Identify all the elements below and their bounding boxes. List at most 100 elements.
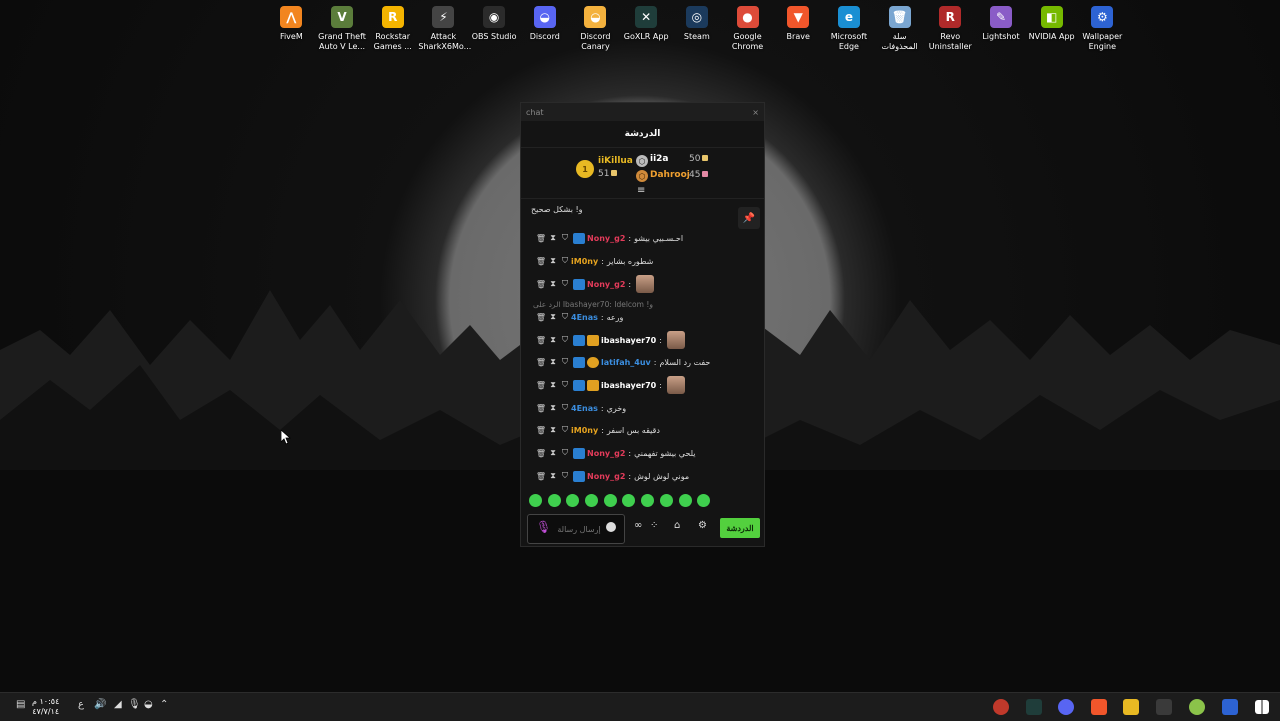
message-list[interactable]: و! بشكل صحيح 🗑 ⧗ ⛉ Nony_g2: احـسـبيي بيشو 🗑 ⧗ ⛉… <box>521 197 764 487</box>
emote-icon[interactable] <box>678 494 692 507</box>
delete-icon[interactable]: 🗑 <box>535 313 547 322</box>
shield-icon[interactable]: ⛉ <box>559 380 571 390</box>
show-hidden-icons-chevron-icon[interactable]: ⌃ <box>160 699 168 710</box>
delete-icon[interactable]: 🗑 <box>535 381 547 390</box>
close-icon[interactable]: × <box>752 108 759 117</box>
notifications-icon[interactable]: ▤ <box>16 699 25 710</box>
chat-send-button[interactable]: الدردشة <box>720 518 760 538</box>
chat-message[interactable]: 🗑 ⧗ ⛉ 4Enas: ورعه <box>535 310 745 324</box>
delete-icon[interactable]: 🗑 <box>535 257 547 266</box>
taskbar-file-explorer-icon[interactable] <box>1123 699 1139 715</box>
message-username[interactable]: Nony_g2 <box>587 449 625 458</box>
microphone-icon[interactable]: 🎙 <box>536 520 551 534</box>
desktop-icon[interactable]: ✕ GoXLR App <box>621 4 672 52</box>
desktop-icon[interactable]: 🗑 سلة المحذوفات <box>874 4 925 52</box>
desktop-icon[interactable]: V Grand Theft Auto V Le... <box>317 4 368 52</box>
message-username[interactable]: iM0ny <box>571 426 598 435</box>
store-icon[interactable]: ⌂ <box>674 520 680 531</box>
timeout-icon[interactable]: ⧗ <box>547 380 559 390</box>
emote-icon[interactable] <box>603 494 617 507</box>
chat-titlebar[interactable]: chat × <box>521 103 764 121</box>
message-username[interactable]: Nony_g2 <box>587 472 625 481</box>
taskbar-goxlr-icon[interactable] <box>1026 699 1042 715</box>
shield-icon[interactable]: ⛉ <box>559 471 571 481</box>
message-username[interactable]: Nony_g2 <box>587 234 625 243</box>
share-icon[interactable]: ⁘ <box>650 520 658 531</box>
chat-message[interactable]: 🗑 ⧗ ⛉ 4Enas: وخري <box>535 401 745 415</box>
delete-icon[interactable]: 🗑 <box>535 449 547 458</box>
desktop-icon[interactable]: ◉ OBS Studio <box>469 4 520 52</box>
infinity-icon[interactable]: ∞ <box>634 520 642 531</box>
shield-icon[interactable]: ⛉ <box>559 403 571 413</box>
pin-icon[interactable]: 📌 <box>738 207 760 229</box>
emote-icon[interactable] <box>566 494 580 507</box>
message-username[interactable]: latifah_4uv <box>601 358 651 367</box>
emote-icon[interactable] <box>641 494 655 507</box>
delete-icon[interactable]: 🗑 <box>535 358 547 367</box>
shield-icon[interactable]: ⛉ <box>559 335 571 345</box>
taskbar-app-icon[interactable] <box>993 699 1009 715</box>
chat-message[interactable]: 🗑 ⧗ ⛉ latifah_4uv: حفت رد السلام <box>535 355 745 369</box>
taskbar-app-icon[interactable] <box>1189 699 1205 715</box>
desktop-icon[interactable]: ⚙ Wallpaper Engine <box>1077 4 1128 52</box>
shield-icon[interactable]: ⛉ <box>559 448 571 458</box>
emote-icon[interactable] <box>659 494 673 507</box>
taskbar-clock[interactable]: ١٠:٥٤ م ٤٧/٧/١٤ <box>32 697 59 717</box>
chat-message[interactable]: 🗑 ⧗ ⛉ Nony_g2: يلحي بيشو تفهمني <box>535 446 745 460</box>
timeout-icon[interactable]: ⧗ <box>547 312 559 322</box>
taskbar-brave-icon[interactable] <box>1091 699 1107 715</box>
taskbar-store-icon[interactable] <box>1156 699 1172 715</box>
collapse-icon[interactable]: ≡ <box>637 185 645 196</box>
delete-icon[interactable]: 🗑 <box>535 280 547 289</box>
emoji-icon[interactable] <box>606 522 616 532</box>
emote-icon[interactable] <box>585 494 599 507</box>
desktop-icon[interactable]: ◒ Discord Canary <box>570 4 621 52</box>
settings-gear-icon[interactable]: ⚙ <box>698 520 707 531</box>
chat-message[interactable]: 🗑 ⧗ ⛉ iM0ny: شطوره بشاير <box>535 254 745 268</box>
message-username[interactable]: 4Enas <box>571 404 598 413</box>
message-username[interactable]: 4Enas <box>571 313 598 322</box>
shield-icon[interactable]: ⛉ <box>559 357 571 367</box>
chat-message[interactable]: 🗑 ⧗ ⛉ ibashayer70: <box>535 376 745 394</box>
desktop-icon[interactable]: ● Google Chrome <box>722 4 773 52</box>
message-username[interactable]: ibashayer70 <box>601 381 656 390</box>
language-indicator[interactable]: ع <box>78 699 84 710</box>
timeout-icon[interactable]: ⧗ <box>547 279 559 289</box>
discord-tray-icon[interactable]: ◒ <box>144 699 153 710</box>
network-icon[interactable]: ◢ <box>114 699 122 710</box>
emote-icon[interactable] <box>547 494 561 507</box>
chat-message[interactable]: 🗑 ⧗ ⛉ iM0ny: دقيقه بس اسفر <box>535 423 745 437</box>
desktop-icon[interactable]: ✎ Lightshot <box>976 4 1027 52</box>
delete-icon[interactable]: 🗑 <box>535 404 547 413</box>
shield-icon[interactable]: ⛉ <box>559 279 571 289</box>
message-username[interactable]: ibashayer70 <box>601 336 656 345</box>
message-username[interactable]: Nony_g2 <box>587 280 625 289</box>
start-windows-icon[interactable] <box>1255 700 1269 714</box>
timeout-icon[interactable]: ⧗ <box>547 403 559 413</box>
message-username[interactable]: iM0ny <box>571 257 598 266</box>
shield-icon[interactable]: ⛉ <box>559 233 571 243</box>
timeout-icon[interactable]: ⧗ <box>547 471 559 481</box>
shield-icon[interactable]: ⛉ <box>559 312 571 322</box>
desktop-icon[interactable]: ◎ Steam <box>672 4 723 52</box>
timeout-icon[interactable]: ⧗ <box>547 233 559 243</box>
shield-icon[interactable]: ⛉ <box>559 256 571 266</box>
emote-icon[interactable] <box>697 494 711 507</box>
delete-icon[interactable]: 🗑 <box>535 234 547 243</box>
shield-icon[interactable]: ⛉ <box>559 425 571 435</box>
desktop-icon[interactable]: ◧ NVIDIA App <box>1026 4 1077 52</box>
desktop-icon[interactable]: e Microsoft Edge <box>824 4 875 52</box>
desktop-icon[interactable]: ⚡ Attack SharkX6Mo... <box>418 4 471 52</box>
microphone-tray-icon[interactable]: 🎙 <box>128 699 141 710</box>
chat-message[interactable]: 🗑 ⧗ ⛉ ibashayer70: <box>535 331 745 349</box>
desktop-icon[interactable]: ◒ Discord <box>519 4 570 52</box>
timeout-icon[interactable]: ⧗ <box>547 357 559 367</box>
emote-icon[interactable] <box>622 494 636 507</box>
timeout-icon[interactable]: ⧗ <box>547 448 559 458</box>
taskbar-discord-icon[interactable] <box>1058 699 1074 715</box>
taskbar-wallpaper-engine-icon[interactable] <box>1222 699 1238 715</box>
volume-icon[interactable]: 🔊 <box>94 699 106 710</box>
delete-icon[interactable]: 🗑 <box>535 426 547 435</box>
timeout-icon[interactable]: ⧗ <box>547 425 559 435</box>
delete-icon[interactable]: 🗑 <box>535 472 547 481</box>
